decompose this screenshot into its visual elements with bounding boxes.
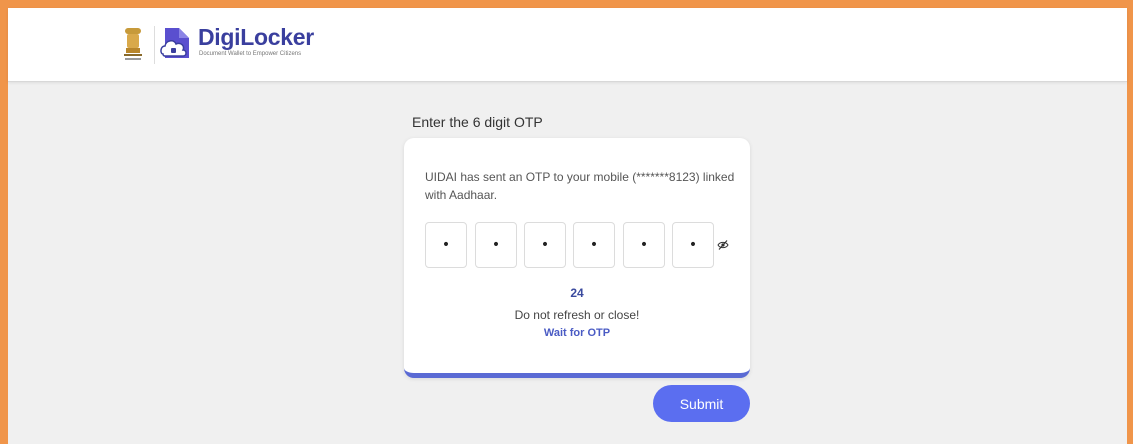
otp-digit-5[interactable]: • bbox=[623, 222, 665, 268]
header: DigiLocker Document Wallet to Empower Ci… bbox=[8, 8, 1127, 82]
otp-digit-1[interactable]: • bbox=[425, 222, 467, 268]
refresh-warning: Do not refresh or close! bbox=[514, 308, 640, 322]
brand-name: DigiLocker bbox=[198, 24, 314, 50]
otp-digit-2[interactable]: • bbox=[475, 222, 517, 268]
submit-button[interactable]: Submit bbox=[653, 385, 750, 422]
eye-slash-icon[interactable] bbox=[717, 239, 729, 251]
otp-digit-4[interactable]: • bbox=[573, 222, 615, 268]
otp-timer: 24 bbox=[570, 286, 584, 300]
national-emblem-icon bbox=[124, 28, 142, 60]
otp-card: UIDAI has sent an OTP to your mobile (**… bbox=[404, 138, 750, 378]
wait-for-otp-link[interactable]: Wait for OTP bbox=[404, 327, 750, 339]
page-frame: DigiLocker Document Wallet to Empower Ci… bbox=[0, 0, 1133, 444]
otp-message: UIDAI has sent an OTP to your mobile (**… bbox=[425, 170, 735, 202]
logo-divider bbox=[154, 26, 155, 64]
otp-digit-3[interactable]: • bbox=[524, 222, 566, 268]
otp-title: Enter the 6 digit OTP bbox=[412, 114, 543, 130]
brand-tagline: Document Wallet to Empower Citizens bbox=[199, 51, 302, 57]
otp-digit-6[interactable]: • bbox=[672, 222, 714, 268]
digilocker-cloud-icon bbox=[160, 28, 189, 58]
